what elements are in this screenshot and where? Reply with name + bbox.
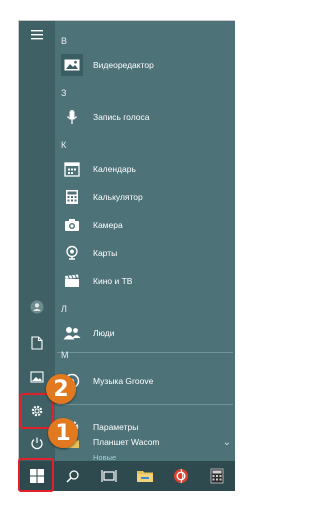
app-list: В Видеоредактор З Запись голоса К Календ… — [57, 21, 235, 462]
app-label: Запись голоса — [93, 112, 150, 122]
group-letter-l[interactable]: Л — [61, 297, 231, 321]
app-wacom-tablet[interactable]: Планшет Wacom Новые — [61, 435, 235, 462]
movies-icon — [61, 270, 83, 292]
calculator-icon[interactable] — [199, 461, 235, 491]
task-view-icon[interactable] — [91, 461, 127, 491]
app-calendar[interactable]: Календарь — [61, 155, 235, 183]
app-label: Карты — [93, 248, 118, 258]
divider — [57, 404, 233, 405]
user-icon[interactable] — [19, 293, 55, 321]
app-groove-music[interactable]: Музыка Groove — [61, 367, 235, 395]
app-label: Календарь — [93, 164, 136, 174]
app-camera[interactable]: Камера — [61, 211, 235, 239]
chevron-down-icon[interactable]: ⌄ — [223, 437, 231, 448]
app-icon[interactable] — [163, 461, 199, 491]
app-label: Музыка Groove — [93, 376, 154, 386]
group-letter-v[interactable]: В — [61, 29, 231, 53]
app-label: Люди — [93, 328, 115, 338]
step-badge-2: 2 — [46, 374, 76, 404]
document-icon[interactable] — [19, 329, 55, 357]
microphone-icon — [61, 106, 83, 128]
app-label: Камера — [93, 220, 123, 230]
file-explorer-icon[interactable] — [127, 461, 163, 491]
step-badge-1: 1 — [48, 418, 78, 448]
group-letter-z[interactable]: З — [61, 81, 231, 105]
calendar-icon — [61, 158, 83, 180]
calculator-icon — [61, 186, 83, 208]
hamburger-icon[interactable] — [19, 21, 55, 49]
app-voice-recorder[interactable]: Запись голоса — [61, 103, 235, 131]
app-label: Видеоредактор — [93, 60, 154, 70]
app-maps[interactable]: Карты — [61, 239, 235, 267]
app-label: Планшет Wacom — [93, 437, 160, 447]
group-letter-m[interactable]: М — [61, 343, 231, 367]
camera-icon — [61, 214, 83, 236]
app-calculator[interactable]: Калькулятор — [61, 183, 235, 211]
highlight-start-marker — [18, 458, 54, 492]
app-label: Параметры — [93, 422, 139, 432]
app-video-editor[interactable]: Видеоредактор — [61, 51, 235, 79]
app-movies-tv[interactable]: Кино и ТВ — [61, 267, 235, 295]
app-label: Калькулятор — [93, 192, 143, 202]
people-icon — [61, 322, 83, 344]
search-icon[interactable] — [55, 461, 91, 491]
video-editor-icon — [61, 54, 83, 76]
maps-icon — [61, 242, 83, 264]
app-label: Кино и ТВ — [93, 276, 133, 286]
group-letter-k[interactable]: К — [61, 133, 231, 157]
